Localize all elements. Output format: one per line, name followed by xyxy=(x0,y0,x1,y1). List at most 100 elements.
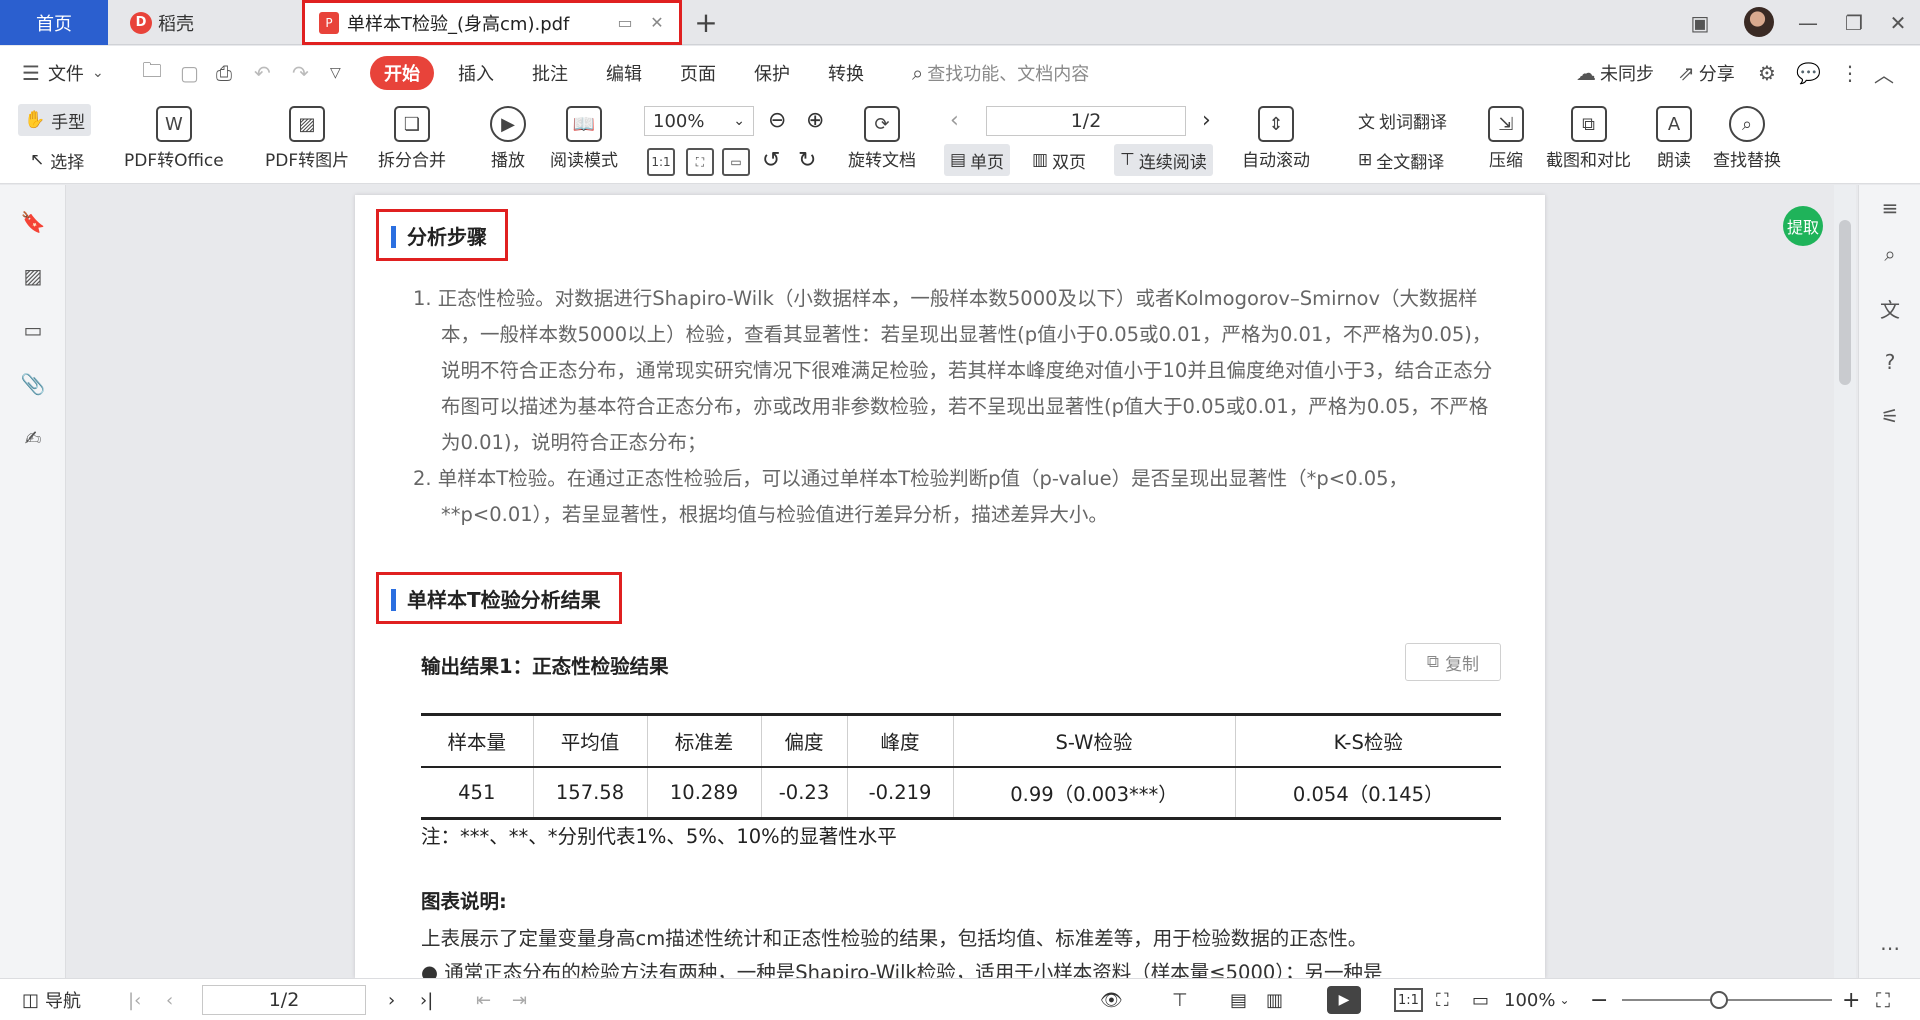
settings-icon[interactable]: ⚙ xyxy=(1758,56,1776,90)
reading-mode-button[interactable]: 📖 阅读模式 xyxy=(550,106,618,171)
fullscreen-icon[interactable]: ⛶ xyxy=(1876,979,1890,1020)
double-page-button[interactable]: ▥ 双页 xyxy=(1026,144,1092,176)
layout-icon[interactable]: ▣ xyxy=(1682,0,1718,45)
thumbnail-icon[interactable]: ▨ xyxy=(20,263,46,289)
menu-edit[interactable]: 编辑 xyxy=(606,56,642,90)
continuous-read-button[interactable]: ⊤ 连续阅读 xyxy=(1114,144,1213,176)
menu-protect[interactable]: 保护 xyxy=(754,56,790,90)
play-button[interactable]: ▶ 播放 xyxy=(490,106,526,171)
read-aloud-button[interactable]: A 朗读 xyxy=(1656,106,1692,171)
share-button[interactable]: ⇗ 分享 xyxy=(1678,56,1735,90)
signature-icon[interactable]: ✍ xyxy=(20,425,46,451)
eye-protection-icon[interactable]: 👁 xyxy=(1100,979,1123,1020)
pdf-to-office-button[interactable]: W PDF转Office xyxy=(124,106,224,171)
pdf-to-image-button[interactable]: ▨ PDF转图片 xyxy=(265,106,349,171)
search-doc-icon[interactable]: ⌕ xyxy=(1877,241,1903,267)
translate-side-icon[interactable]: 文 xyxy=(1877,295,1903,322)
status-page-input[interactable]: 1/2 xyxy=(202,985,366,1015)
menu-start[interactable]: 开始 xyxy=(370,56,434,90)
close-window-icon[interactable]: ✕ xyxy=(1880,0,1916,45)
restore-icon[interactable]: ❐ xyxy=(1836,0,1872,45)
zoom-value: 100% xyxy=(653,110,705,132)
avatar[interactable] xyxy=(1744,7,1774,37)
attachment-icon[interactable]: 📎 xyxy=(20,371,46,397)
zoom-select[interactable]: 100% ⌄ xyxy=(644,106,754,136)
first-page-icon[interactable]: |‹ xyxy=(128,979,141,1020)
collapse-ribbon-icon[interactable]: ︿ xyxy=(1874,56,1894,90)
zoom-out-icon[interactable]: ⊖ xyxy=(762,104,792,136)
comment-icon[interactable]: ▭ xyxy=(20,317,46,343)
continuous-status-icon[interactable]: ⊤ xyxy=(1172,979,1188,1020)
speaker-icon: A xyxy=(1656,106,1692,142)
menu-lines-icon[interactable]: ≡ xyxy=(1877,195,1903,221)
help-icon[interactable]: ? xyxy=(1877,349,1903,375)
tab-daoke[interactable]: D 稻壳 xyxy=(110,0,300,45)
copy-button[interactable]: ⧉ 复制 xyxy=(1405,643,1501,681)
close-tab-icon[interactable]: ✕ xyxy=(647,13,667,33)
file-menu[interactable]: ☰ 文件 ⌄ xyxy=(22,56,104,90)
actual-size-status-icon[interactable]: 1:1 xyxy=(1394,988,1423,1012)
next-page-icon[interactable]: › xyxy=(1196,104,1217,136)
split-merge-button[interactable]: ❏ 拆分合并 xyxy=(378,106,446,171)
prev-page-icon[interactable]: ‹ xyxy=(944,104,965,136)
print-icon[interactable]: ⎙ xyxy=(216,56,232,90)
sync-status[interactable]: ☁ 未同步 xyxy=(1576,56,1654,90)
search-input[interactable]: ⌕ 查找功能、文档内容 xyxy=(912,56,1089,90)
scrollbar-thumb[interactable] xyxy=(1839,220,1851,385)
last-page-icon[interactable]: ›| xyxy=(420,979,433,1020)
navigation-toggle[interactable]: ◫ 导航 xyxy=(22,979,81,1020)
next-page-status-icon[interactable]: › xyxy=(388,979,395,1020)
rotate-left-icon[interactable]: ↺ xyxy=(756,144,786,176)
fit-width-status-icon[interactable]: ▭ xyxy=(1472,979,1489,1020)
screen-icon[interactable]: ▭ xyxy=(615,13,635,33)
zoom-out-status-icon[interactable]: − xyxy=(1590,979,1608,1020)
back-icon[interactable]: ⇤ xyxy=(476,979,491,1020)
fit-page-status-icon[interactable]: ⛶ xyxy=(1436,979,1449,1020)
single-page-button[interactable]: ▤ 单页 xyxy=(944,144,1011,176)
ribbon-toolbar: ✋ 手型 ↖ 选择 W PDF转Office ▨ PDF转图片 ❏ 拆分合并 ▶… xyxy=(0,100,1920,184)
actual-size-icon[interactable]: 1:1 xyxy=(647,148,675,176)
minimize-icon[interactable]: — xyxy=(1790,0,1826,45)
quick-access-dropdown-icon[interactable]: ▽ xyxy=(330,56,341,90)
open-folder-icon[interactable]: 🗀 xyxy=(142,56,162,90)
full-translate-button[interactable]: ⊞ 全文翻译 xyxy=(1352,144,1450,176)
compress-icon: ⇲ xyxy=(1488,106,1524,142)
page-number-input[interactable]: 1/2 xyxy=(986,106,1186,136)
auto-scroll-button[interactable]: ⇕ 自动滚动 xyxy=(1242,106,1310,171)
new-tab-button[interactable]: + xyxy=(688,0,724,45)
double-page-status-icon[interactable]: ▥ xyxy=(1266,979,1283,1020)
find-replace-button[interactable]: ⌕ 查找替换 xyxy=(1713,106,1781,171)
redo-icon[interactable]: ↷ xyxy=(292,56,309,90)
undo-icon[interactable]: ↶ xyxy=(254,56,271,90)
prev-page-status-icon[interactable]: ‹ xyxy=(166,979,173,1020)
compress-button[interactable]: ⇲ 压缩 xyxy=(1488,106,1524,171)
hand-tool-button[interactable]: ✋ 手型 xyxy=(18,104,92,136)
message-icon[interactable]: 💬 xyxy=(1796,56,1821,90)
play-status-icon[interactable]: ▶ xyxy=(1327,986,1361,1014)
more-options-icon[interactable]: ⋮ xyxy=(1840,56,1860,90)
tab-home[interactable]: 首页 xyxy=(0,0,108,45)
zoom-slider-knob[interactable] xyxy=(1710,991,1728,1009)
rotate-right-icon[interactable]: ↻ xyxy=(792,144,822,176)
select-tool-button[interactable]: ↖ 选择 xyxy=(24,144,90,176)
bookmark-icon[interactable]: 🔖 xyxy=(20,209,46,235)
tab-document[interactable]: P 单样本T检验_(身高cm).pdf ▭ ✕ xyxy=(302,0,682,45)
menu-convert[interactable]: 转换 xyxy=(828,56,864,90)
menu-page[interactable]: 页面 xyxy=(680,56,716,90)
extract-button[interactable]: 提取 xyxy=(1783,206,1823,246)
single-page-status-icon[interactable]: ▤ xyxy=(1230,979,1247,1020)
menu-annotate[interactable]: 批注 xyxy=(532,56,568,90)
save-icon[interactable]: ▢ xyxy=(180,56,199,90)
screenshot-compare-button[interactable]: ⧉ 截图和对比 xyxy=(1546,106,1631,171)
menu-insert[interactable]: 插入 xyxy=(458,56,494,90)
fit-width-icon[interactable]: ▭ xyxy=(722,148,750,176)
rotate-doc-button[interactable]: ⟳ 旋转文档 xyxy=(848,106,916,171)
more-icon[interactable]: ⋯ xyxy=(1877,935,1903,961)
adjust-icon[interactable]: ⚟ xyxy=(1877,403,1903,429)
forward-icon[interactable]: ⇥ xyxy=(512,979,527,1020)
zoom-in-icon[interactable]: ⊕ xyxy=(800,104,830,136)
zoom-status-select[interactable]: 100% ⌄ xyxy=(1504,979,1570,1020)
fit-page-icon[interactable]: ⛶ xyxy=(686,148,714,176)
word-translate-button[interactable]: 文 划词翻译 xyxy=(1352,104,1453,136)
zoom-in-status-icon[interactable]: + xyxy=(1842,979,1860,1020)
